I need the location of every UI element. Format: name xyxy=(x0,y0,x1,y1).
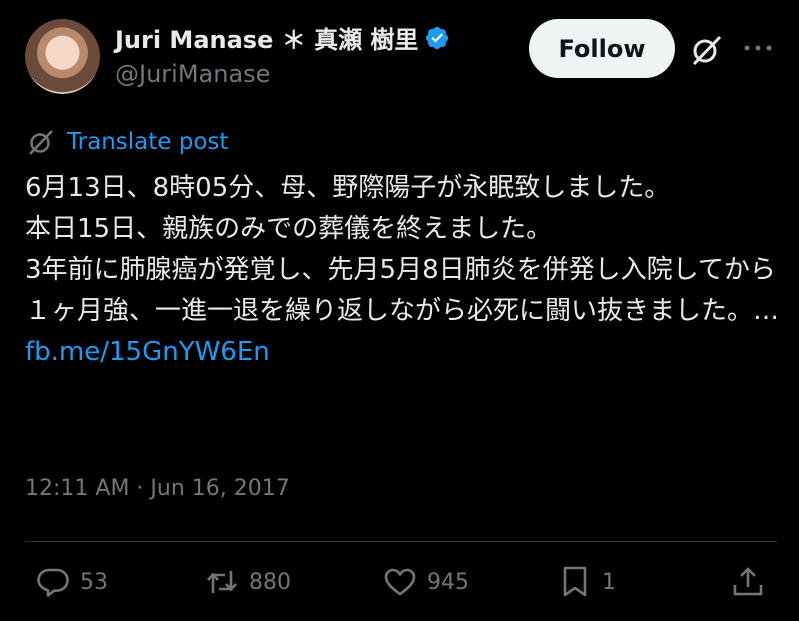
repost-icon xyxy=(207,571,237,593)
bookmark-count: 1 xyxy=(602,569,616,595)
avatar[interactable] xyxy=(25,19,100,94)
like-count: 945 xyxy=(427,569,469,595)
author-name-row: Juri Manase ＊ 真瀬 樹里 xyxy=(115,20,450,55)
author-display-name[interactable]: Juri Manase ＊ 真瀬 樹里 xyxy=(115,20,418,55)
grok-icon[interactable] xyxy=(690,33,724,67)
translate-label[interactable]: Translate post xyxy=(67,129,228,155)
share-button[interactable] xyxy=(731,565,765,599)
bookmark-icon xyxy=(563,566,587,597)
post-text: 6月13日、8時05分、母、野際陽子が永眠致しました。 本日15日、親族のみでの… xyxy=(25,168,780,373)
repost-count: 880 xyxy=(249,569,291,595)
post-link[interactable]: fb.me/15GnYW6En xyxy=(25,337,270,367)
repost-button[interactable]: 880 xyxy=(205,565,291,599)
verified-badge-icon xyxy=(426,26,449,49)
follow-button[interactable]: Follow xyxy=(529,19,675,78)
translate-post[interactable]: Translate post xyxy=(27,128,228,156)
author-handle[interactable]: @JuriManase xyxy=(115,60,270,88)
reply-button[interactable]: 53 xyxy=(36,565,108,599)
translate-icon xyxy=(29,130,53,155)
post-body: 6月13日、8時05分、母、野際陽子が永眠致しました。 本日15日、親族のみでの… xyxy=(25,173,780,326)
like-button[interactable]: 945 xyxy=(383,565,469,599)
reply-icon xyxy=(37,568,69,597)
like-icon xyxy=(384,568,416,596)
share-icon xyxy=(733,567,763,596)
more-icon[interactable] xyxy=(743,38,773,58)
reply-count: 53 xyxy=(80,569,108,595)
post-timestamp[interactable]: 12:11 AM · Jun 16, 2017 xyxy=(25,476,290,501)
bookmark-button[interactable]: 1 xyxy=(558,565,616,599)
divider xyxy=(25,541,777,542)
